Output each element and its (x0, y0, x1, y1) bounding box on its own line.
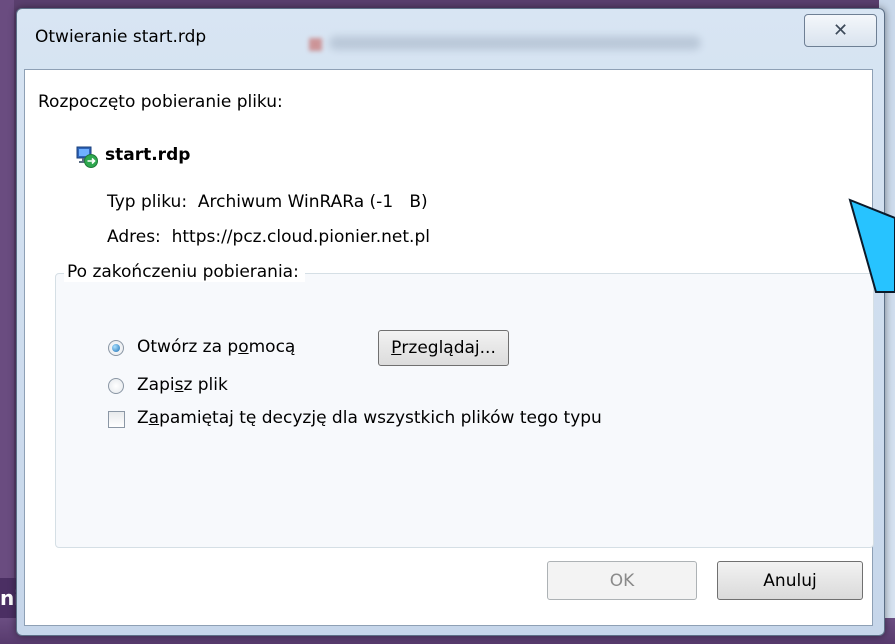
file-type-label: Typ pliku: (107, 192, 188, 212)
download-dialog: Otwieranie start.rdp ✕ Rozpoczęto pobier… (16, 8, 885, 636)
remote-desktop-file-icon (76, 146, 98, 168)
remember-decision-label[interactable]: Zapamiętaj tę decyzję dla wszystkich pli… (137, 408, 602, 428)
after-download-group: Po zakończeniu pobierania: Otwórz za pom… (55, 262, 874, 548)
dialog-title: Otwieranie start.rdp (35, 27, 207, 47)
title-bar[interactable]: Otwieranie start.rdp ✕ (17, 9, 884, 69)
file-address-label: Adres: (107, 227, 161, 247)
ok-button[interactable]: OK (547, 561, 697, 600)
remember-decision-checkbox[interactable] (108, 411, 125, 428)
file-type-row: Typ pliku: Archiwum WinRARa (-1 B) (107, 192, 428, 212)
file-name: start.rdp (105, 145, 191, 165)
after-download-legend: Po zakończeniu pobierania: (64, 262, 305, 282)
close-button[interactable]: ✕ (804, 14, 877, 47)
close-icon: ✕ (832, 20, 849, 41)
browse-button[interactable]: Przeglądaj... (378, 330, 509, 366)
background-tab-icon (309, 38, 322, 51)
cancel-button[interactable]: Anuluj (717, 561, 863, 600)
save-file-label[interactable]: Zapisz plik (137, 375, 228, 395)
file-type-value: Archiwum WinRARa (-1 B) (197, 192, 428, 212)
background-left-label: ni (0, 578, 21, 618)
download-started-label: Rozpoczęto pobieranie pliku: (38, 92, 283, 112)
background-left-strip (0, 0, 14, 644)
open-with-radio[interactable] (108, 340, 124, 356)
background-tab-text (329, 36, 701, 50)
open-with-label[interactable]: Otwórz za pomocą (137, 337, 295, 357)
dialog-body: Rozpoczęto pobieranie pliku: start.rdp T… (24, 69, 874, 626)
file-address-row: Adres: https://pcz.cloud.pionier.net.pl (107, 227, 430, 247)
annotation-arrow-icon (848, 198, 895, 293)
save-file-radio[interactable] (108, 378, 124, 394)
file-address-value: https://pcz.cloud.pionier.net.pl (171, 227, 430, 247)
